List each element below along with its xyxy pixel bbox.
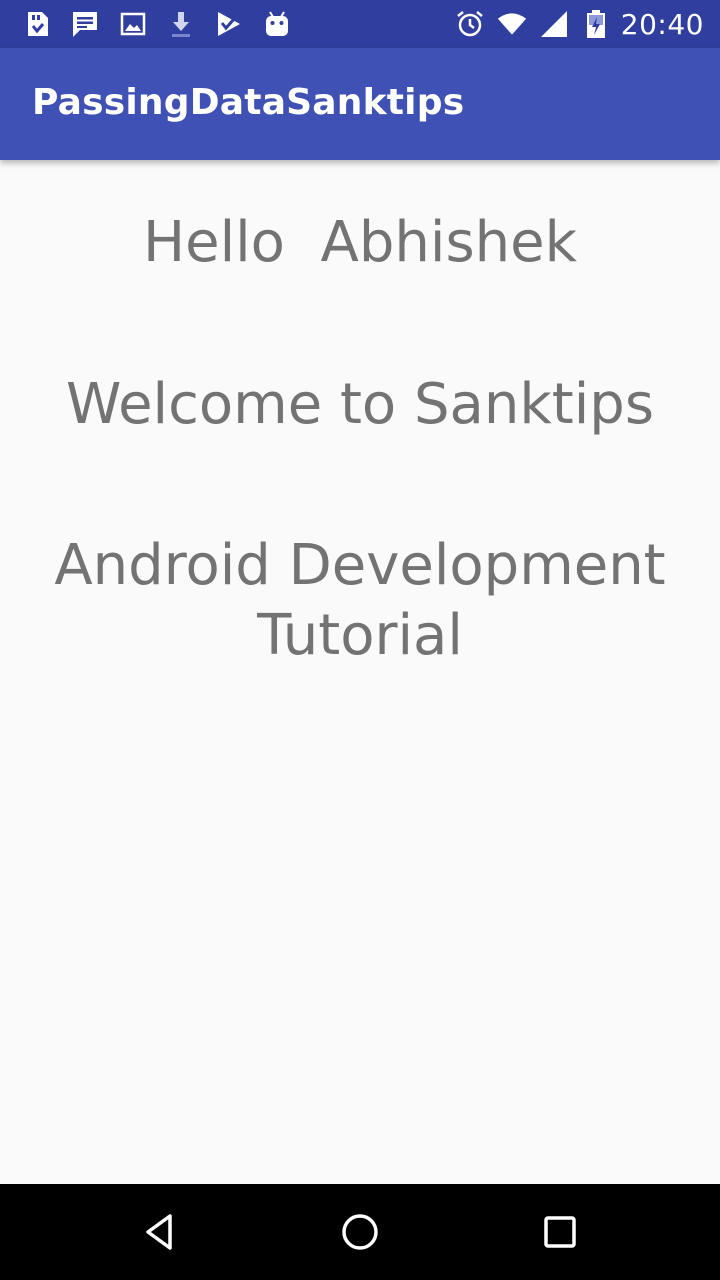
check-app-icon bbox=[214, 9, 244, 39]
app-title: PassingDataSanktips bbox=[32, 82, 465, 123]
back-icon bbox=[146, 1214, 172, 1250]
navigation-bar bbox=[0, 1184, 720, 1280]
android-icon bbox=[262, 9, 292, 39]
system-status-icons: 20:40 bbox=[443, 7, 704, 41]
signal-icon bbox=[539, 9, 569, 39]
message-icon bbox=[70, 9, 100, 39]
battery-charging-icon bbox=[581, 9, 611, 39]
main-content: Hello Abhishek Welcome to Sanktips Andro… bbox=[0, 160, 720, 1184]
status-bar: 20:40 bbox=[0, 0, 720, 48]
welcome-text: Welcome to Sanktips bbox=[66, 372, 654, 437]
clock: 20:40 bbox=[620, 7, 704, 41]
app-bar: PassingDataSanktips bbox=[0, 48, 720, 160]
sd-card-save-icon bbox=[22, 9, 52, 39]
recents-icon bbox=[544, 1216, 576, 1248]
download-icon bbox=[166, 9, 196, 39]
greeting-text: Hello Abhishek bbox=[143, 210, 577, 275]
back-button[interactable] bbox=[136, 1208, 184, 1256]
wifi-icon bbox=[497, 9, 527, 39]
image-icon bbox=[118, 9, 148, 39]
alarm-icon bbox=[455, 9, 485, 39]
home-button[interactable] bbox=[336, 1208, 384, 1256]
notification-icons bbox=[22, 8, 310, 40]
tutorial-text: Android Development Tutorial bbox=[54, 533, 666, 668]
home-icon bbox=[342, 1214, 378, 1250]
recents-button[interactable] bbox=[536, 1208, 584, 1256]
